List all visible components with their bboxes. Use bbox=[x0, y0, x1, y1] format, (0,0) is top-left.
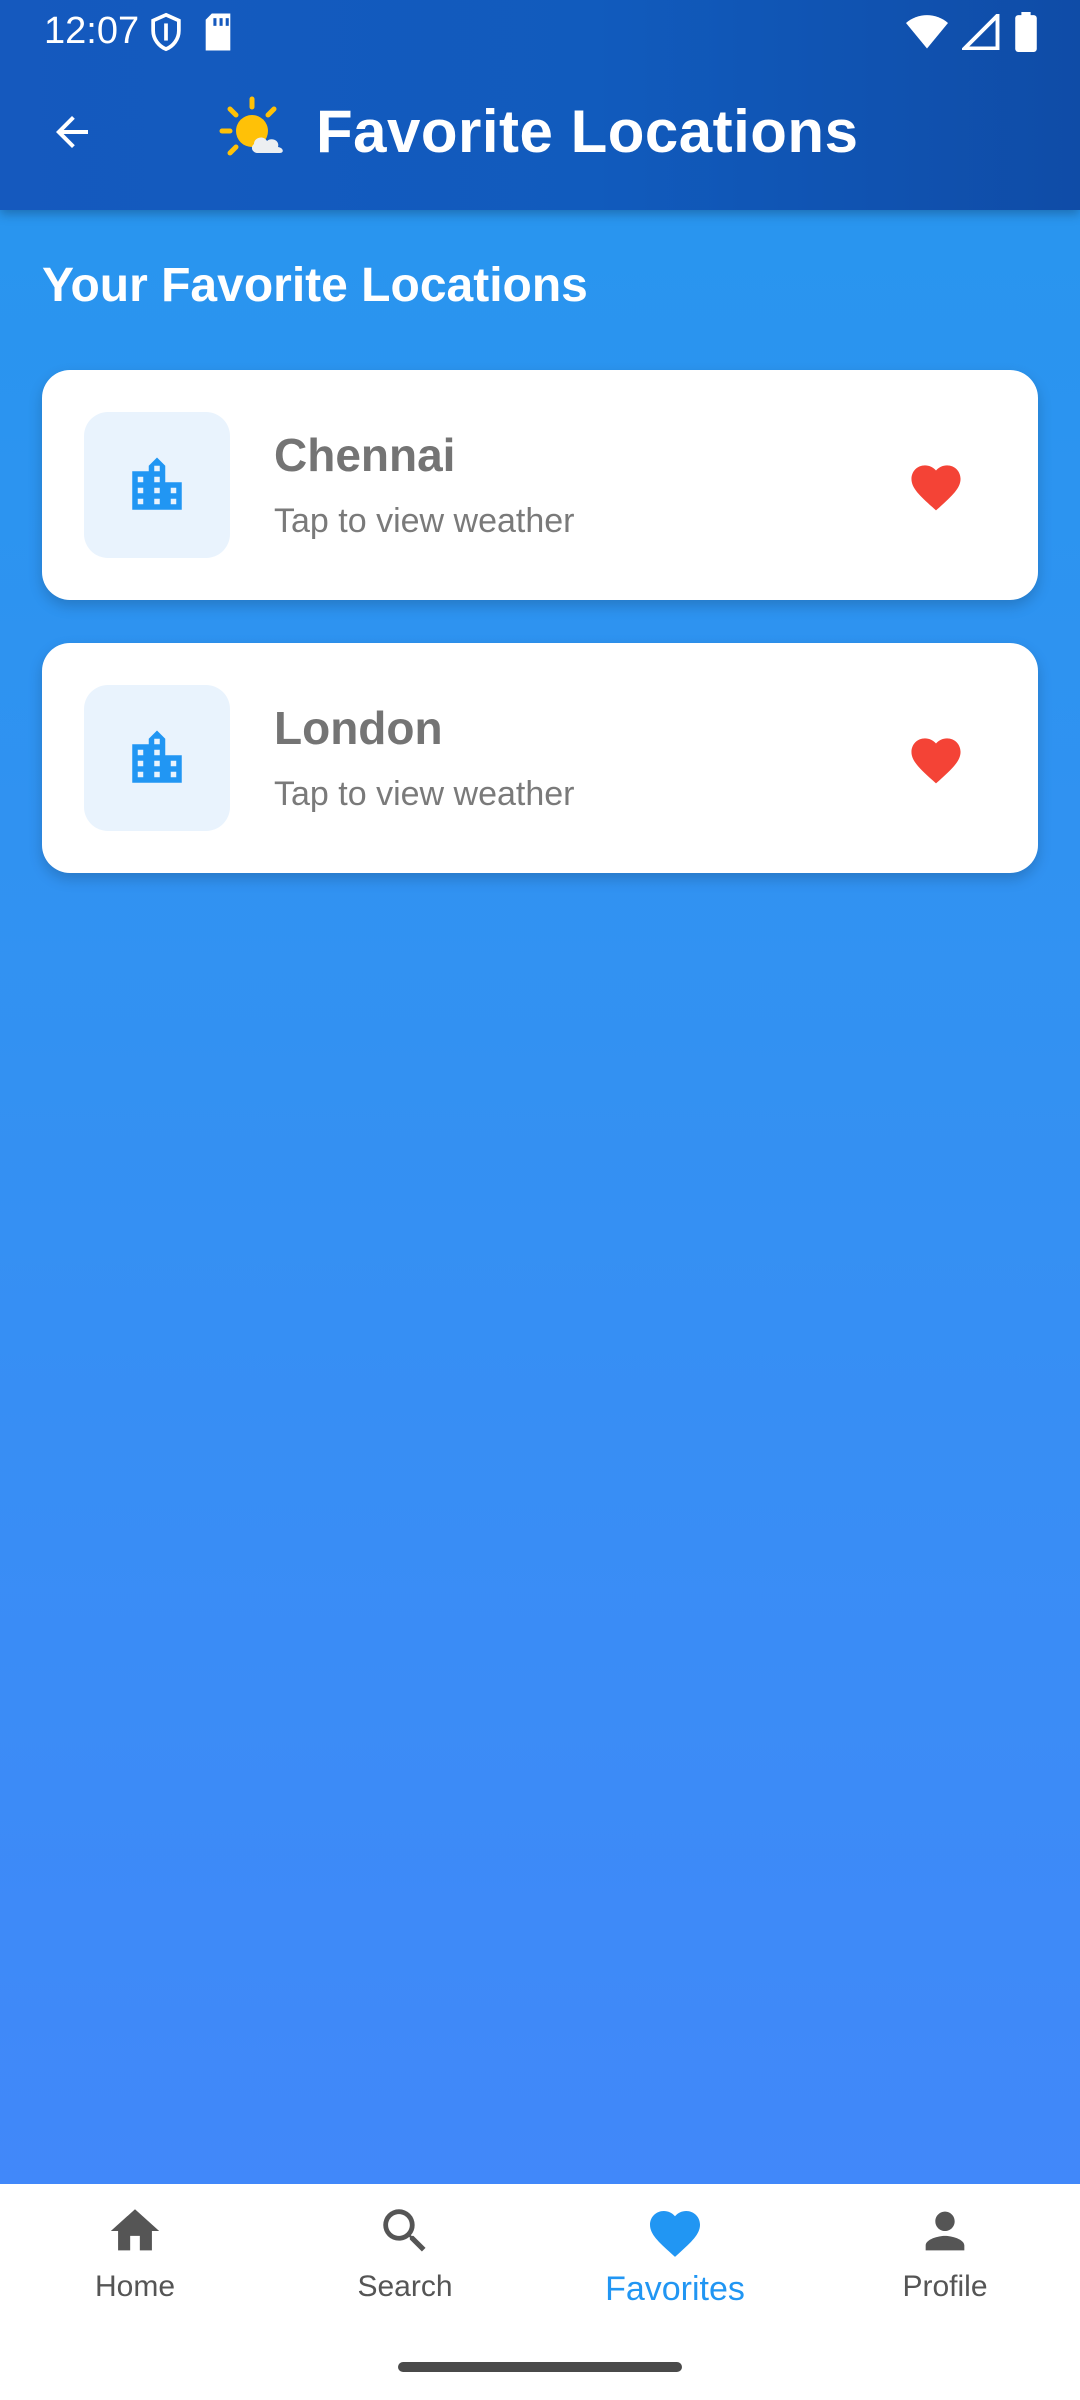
wifi-icon bbox=[906, 15, 948, 49]
city-subtitle: Tap to view weather bbox=[274, 775, 575, 813]
app-bar: 12:07 Favorite Locations bbox=[0, 0, 1080, 210]
status-icons-left bbox=[148, 12, 234, 52]
back-button[interactable] bbox=[40, 100, 104, 164]
heart-icon bbox=[650, 2211, 700, 2257]
sun-cloud-icon bbox=[219, 96, 283, 156]
battery-icon bbox=[1015, 12, 1037, 52]
gesture-home-indicator[interactable] bbox=[398, 2362, 682, 2372]
nav-label: Profile bbox=[902, 2270, 988, 2303]
nav-home[interactable]: Home bbox=[0, 2202, 270, 2332]
city-icon bbox=[132, 457, 182, 510]
heart-icon[interactable] bbox=[906, 731, 966, 785]
shield-icon bbox=[151, 12, 181, 52]
nav-favorites[interactable]: Favorites bbox=[540, 2202, 810, 2332]
section-title: Your Favorite Locations bbox=[42, 259, 588, 312]
page-title: Favorite Locations bbox=[316, 97, 859, 165]
page-background bbox=[0, 0, 1080, 2400]
heart-icon[interactable] bbox=[906, 458, 966, 512]
favorite-card-london[interactable]: London Tap to view weather bbox=[42, 643, 1038, 873]
status-time: 12:07 bbox=[44, 10, 140, 52]
city-icon bbox=[132, 730, 182, 783]
city-name: Chennai bbox=[274, 429, 456, 481]
nav-label: Search bbox=[357, 2270, 453, 2303]
nav-label: Home bbox=[94, 2270, 176, 2303]
favorite-card-chennai[interactable]: Chennai Tap to view weather bbox=[42, 370, 1038, 600]
nav-label: Favorites bbox=[605, 2270, 745, 2308]
signal-icon bbox=[962, 14, 1000, 50]
sd-card-icon bbox=[205, 13, 231, 51]
app-title-group: Favorite Locations bbox=[218, 95, 858, 167]
city-icon-container bbox=[84, 685, 230, 831]
city-icon-container bbox=[84, 412, 230, 558]
city-name: London bbox=[274, 702, 443, 754]
nav-search[interactable]: Search bbox=[270, 2202, 540, 2332]
search-icon bbox=[383, 2209, 426, 2252]
home-icon bbox=[110, 2209, 160, 2251]
arrow-back-icon bbox=[56, 116, 88, 148]
nav-profile[interactable]: Profile bbox=[810, 2202, 1080, 2332]
city-subtitle: Tap to view weather bbox=[274, 502, 575, 540]
status-icons-right bbox=[906, 12, 1038, 52]
person-icon bbox=[925, 2211, 965, 2251]
